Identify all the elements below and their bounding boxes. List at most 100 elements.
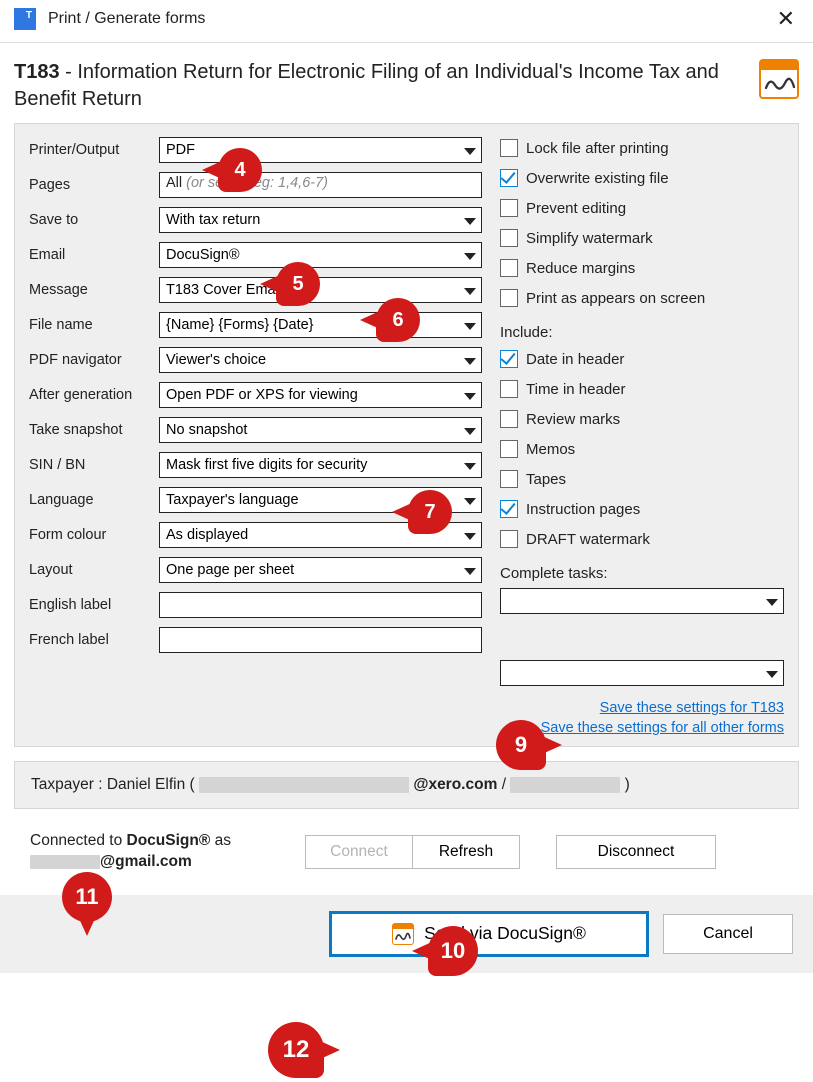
option-label: Print as appears on screen xyxy=(526,290,705,307)
include-option-checkbox[interactable] xyxy=(500,350,518,368)
save-settings-all-forms-link[interactable]: Save these settings for all other forms xyxy=(541,720,784,736)
close-icon[interactable]: ✕ xyxy=(773,6,799,32)
include-option-row: Tapes xyxy=(500,467,784,491)
title-bar: Print / Generate forms ✕ xyxy=(0,0,813,43)
option-row: Reduce margins xyxy=(500,256,784,280)
include-option-row: Memos xyxy=(500,437,784,461)
taxpayer-bar: Taxpayer : Daniel Elfin ( @xero.com / ) xyxy=(14,761,799,809)
label-complete-tasks: Complete tasks: xyxy=(500,565,784,582)
include-option-row: Review marks xyxy=(500,407,784,431)
take-snapshot-select[interactable]: No snapshot xyxy=(159,417,482,443)
complete-task-2-select[interactable] xyxy=(500,660,784,686)
label-include: Include: xyxy=(500,324,784,341)
include-option-label: Date in header xyxy=(526,351,624,368)
checkbox-group-include: Date in header Time in header Review marks… xyxy=(500,347,784,551)
ds-suffix: as xyxy=(210,832,231,849)
option-checkbox[interactable] xyxy=(500,139,518,157)
option-checkbox[interactable] xyxy=(500,229,518,247)
signature-badge-icon xyxy=(759,59,799,99)
refresh-button[interactable]: Refresh xyxy=(412,835,520,869)
settings-columns: Printer/Output PDF Pages All (or select,… xyxy=(29,136,784,686)
save-settings-this-form-link[interactable]: Save these settings for T183 xyxy=(600,700,784,716)
connect-button[interactable]: Connect xyxy=(305,835,413,869)
after-generation-select[interactable]: Open PDF or XPS for viewing xyxy=(159,382,482,408)
option-row: Prevent editing xyxy=(500,196,784,220)
form-header: T183 - Information Return for Electronic… xyxy=(0,43,813,123)
include-option-row: Time in header xyxy=(500,377,784,401)
complete-task-1-select[interactable] xyxy=(500,588,784,614)
label-printer-output: Printer/Output xyxy=(29,142,159,158)
option-row: Overwrite existing file xyxy=(500,166,784,190)
ds-user-suffix: @gmail.com xyxy=(100,853,192,870)
label-after-generation: After generation xyxy=(29,387,159,403)
label-layout: Layout xyxy=(29,562,159,578)
option-label: Simplify watermark xyxy=(526,230,653,247)
include-option-checkbox[interactable] xyxy=(500,530,518,548)
include-option-label: Time in header xyxy=(526,381,626,398)
include-option-label: Tapes xyxy=(526,471,566,488)
option-checkbox[interactable] xyxy=(500,169,518,187)
pdf-navigator-select[interactable]: Viewer's choice xyxy=(159,347,482,373)
option-label: Overwrite existing file xyxy=(526,170,669,187)
form-description: - Information Return for Electronic Fili… xyxy=(14,61,719,110)
send-via-docusign-button[interactable]: Send via DocuSign® xyxy=(329,911,649,957)
label-french-label: French label xyxy=(29,632,159,648)
window-title: Print / Generate forms xyxy=(48,10,773,28)
include-option-checkbox[interactable] xyxy=(500,500,518,518)
docusign-connection-text: Connected to DocuSign® as @gmail.com xyxy=(30,831,305,873)
option-row: Print as appears on screen xyxy=(500,286,784,310)
pages-input[interactable] xyxy=(159,172,482,198)
save-settings-links: Save these settings for T183 xyxy=(29,700,784,716)
include-option-checkbox[interactable] xyxy=(500,380,518,398)
include-option-checkbox[interactable] xyxy=(500,440,518,458)
option-checkbox[interactable] xyxy=(500,199,518,217)
dialog-footer: Send via DocuSign® Cancel xyxy=(0,895,813,973)
english-label-input[interactable] xyxy=(159,592,482,618)
dialog-window: Print / Generate forms ✕ T183 - Informat… xyxy=(0,0,813,973)
option-row: Simplify watermark xyxy=(500,226,784,250)
include-option-checkbox[interactable] xyxy=(500,410,518,428)
email-select[interactable]: DocuSign® xyxy=(159,242,482,268)
include-option-row: Date in header xyxy=(500,347,784,371)
printer-output-select[interactable]: PDF xyxy=(159,137,482,163)
taxpayer-email-domain: @xero.com xyxy=(413,776,497,793)
taxpayer-alt-masked xyxy=(510,777,620,793)
taxpayer-email-masked xyxy=(199,777,409,793)
ds-user-masked xyxy=(30,855,100,869)
message-select[interactable]: T183 Cover Email xyxy=(159,277,482,303)
label-pages: Pages xyxy=(29,177,159,193)
disconnect-button[interactable]: Disconnect xyxy=(556,835,716,869)
option-row: Lock file after printing xyxy=(500,136,784,160)
include-option-row: DRAFT watermark xyxy=(500,527,784,551)
app-icon xyxy=(14,8,36,30)
taxpayer-name: Daniel Elfin xyxy=(107,776,185,793)
form-code: T183 xyxy=(14,61,60,83)
include-option-label: Review marks xyxy=(526,411,620,428)
include-option-label: Instruction pages xyxy=(526,501,640,518)
include-option-row: Instruction pages xyxy=(500,497,784,521)
left-column: Printer/Output PDF Pages All (or select,… xyxy=(29,136,482,686)
include-option-label: DRAFT watermark xyxy=(526,531,650,548)
option-checkbox[interactable] xyxy=(500,289,518,307)
french-label-input[interactable] xyxy=(159,627,482,653)
include-option-label: Memos xyxy=(526,441,575,458)
checkbox-group-top: Lock file after printing Overwrite existi… xyxy=(500,136,784,310)
send-button-label: Send via DocuSign® xyxy=(424,923,586,944)
language-select[interactable]: Taxpayer's language xyxy=(159,487,482,513)
label-pdf-navigator: PDF navigator xyxy=(29,352,159,368)
cancel-button[interactable]: Cancel xyxy=(663,914,793,954)
docusign-row: Connected to DocuSign® as @gmail.com Con… xyxy=(14,823,799,881)
form-name: T183 - Information Return for Electronic… xyxy=(14,59,759,113)
file-name-select[interactable]: {Name} {Forms} {Date} xyxy=(159,312,482,338)
label-language: Language xyxy=(29,492,159,508)
save-to-select[interactable]: With tax return xyxy=(159,207,482,233)
settings-panel: Printer/Output PDF Pages All (or select,… xyxy=(14,123,799,747)
form-colour-select[interactable]: As displayed xyxy=(159,522,482,548)
ds-brand: DocuSign® xyxy=(127,832,211,849)
signature-mini-icon xyxy=(392,923,414,945)
sin-bn-select[interactable]: Mask first five digits for security xyxy=(159,452,482,478)
option-checkbox[interactable] xyxy=(500,259,518,277)
label-message: Message xyxy=(29,282,159,298)
layout-select[interactable]: One page per sheet xyxy=(159,557,482,583)
include-option-checkbox[interactable] xyxy=(500,470,518,488)
